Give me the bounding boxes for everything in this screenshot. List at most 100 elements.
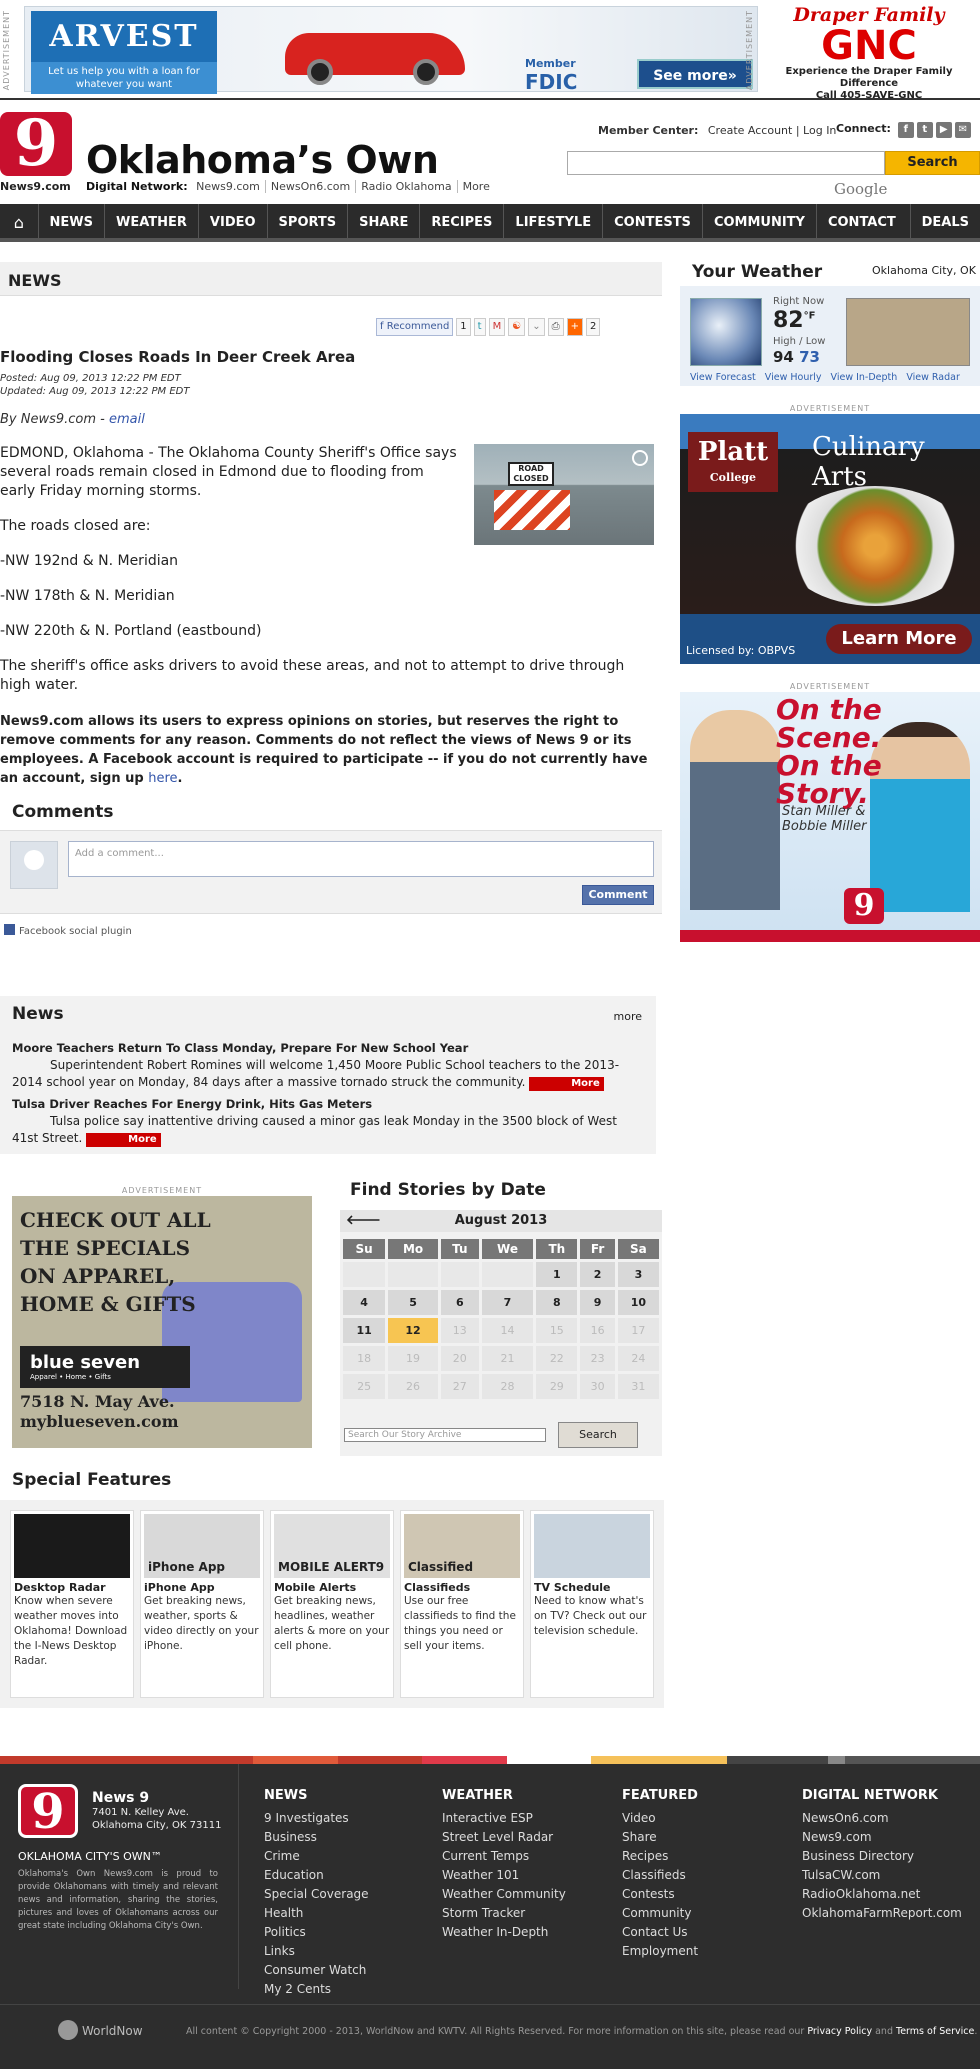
- calendar-day[interactable]: 7: [481, 1290, 534, 1315]
- nav-lifestyle[interactable]: LIFESTYLE: [504, 204, 604, 238]
- footer-link[interactable]: Crime: [264, 1847, 369, 1866]
- news9-logo[interactable]: 9: [0, 112, 72, 176]
- login-link[interactable]: Log In: [803, 124, 836, 137]
- nav-deals[interactable]: DEALS: [911, 204, 980, 238]
- facebook-plugin[interactable]: Facebook social plugin: [4, 924, 132, 937]
- worldnow-logo[interactable]: WorldNow: [58, 2020, 143, 2040]
- feature-title[interactable]: TV Schedule: [531, 1581, 653, 1594]
- calendar-day[interactable]: 8: [536, 1290, 578, 1315]
- see-more-button[interactable]: See more»: [637, 59, 753, 89]
- radar-map[interactable]: [846, 298, 970, 366]
- footer-link[interactable]: News9.com: [802, 1828, 962, 1847]
- footer-link[interactable]: Business: [264, 1828, 369, 1847]
- footer-link[interactable]: Special Coverage: [264, 1885, 369, 1904]
- nav-community[interactable]: COMMUNITY: [703, 204, 817, 238]
- calendar-day[interactable]: 11: [343, 1318, 386, 1343]
- nav-weather[interactable]: WEATHER: [105, 204, 199, 238]
- news9-anchors-ad[interactable]: On the Scene. On the Story. Stan Miller …: [680, 692, 980, 942]
- gnc-ad[interactable]: Draper Family GNC Experience the Draper …: [760, 4, 978, 101]
- footer-logo[interactable]: 9: [18, 1784, 78, 1838]
- email-icon[interactable]: ✉: [954, 122, 971, 138]
- feature-card[interactable]: TV Schedule Need to know what's on TV? Ch…: [530, 1510, 654, 1698]
- feature-title[interactable]: Mobile Alerts: [271, 1581, 393, 1594]
- view-in-depth-link[interactable]: View In-Depth: [831, 372, 898, 383]
- calendar-day[interactable]: 10: [617, 1290, 659, 1315]
- footer-link[interactable]: Education: [264, 1866, 369, 1885]
- terms-link[interactable]: Terms of Service: [896, 2026, 974, 2037]
- footer-link[interactable]: 9 Investigates: [264, 1809, 369, 1828]
- more-button[interactable]: More: [529, 1077, 604, 1091]
- footer-link[interactable]: Street Level Radar: [442, 1828, 566, 1847]
- nav-contact-us[interactable]: CONTACT US: [817, 204, 911, 268]
- calendar-day[interactable]: 4: [343, 1290, 386, 1315]
- view-hourly-link[interactable]: View Hourly: [765, 372, 822, 383]
- comment-input[interactable]: Add a comment...: [68, 841, 654, 877]
- view-radar-link[interactable]: View Radar: [906, 372, 960, 383]
- calendar-day[interactable]: 9: [580, 1290, 615, 1315]
- archive-search-input[interactable]: Search Our Story Archive: [344, 1428, 546, 1442]
- learn-more-button[interactable]: Learn More: [826, 624, 972, 654]
- feature-card[interactable]: Classified Classifieds Use our free classi…: [400, 1510, 524, 1698]
- signup-link[interactable]: here: [148, 771, 177, 786]
- archive-search-button[interactable]: Search: [558, 1422, 638, 1448]
- create-account-link[interactable]: Create Account: [708, 124, 792, 137]
- footer-link[interactable]: Consumer Watch: [264, 1961, 369, 1980]
- footer-link[interactable]: Weather 101: [442, 1866, 566, 1885]
- footer-link[interactable]: Links: [264, 1942, 369, 1961]
- footer-link[interactable]: Health: [264, 1904, 369, 1923]
- prev-month-icon[interactable]: 🡐: [346, 1210, 381, 1232]
- nav-sports[interactable]: SPORTS: [268, 204, 349, 238]
- nav-recipes[interactable]: RECIPES: [420, 204, 505, 238]
- footer-link[interactable]: TulsaCW.com: [802, 1866, 962, 1885]
- footer-link[interactable]: Storm Tracker: [442, 1904, 566, 1923]
- footer-link[interactable]: Weather Community: [442, 1885, 566, 1904]
- news-more-link[interactable]: more: [614, 1010, 643, 1023]
- privacy-link[interactable]: Privacy Policy: [807, 2026, 872, 2037]
- footer-link[interactable]: Current Temps: [442, 1847, 566, 1866]
- addthis-icon[interactable]: +: [566, 318, 583, 336]
- view-forecast-link[interactable]: View Forecast: [690, 372, 756, 383]
- news-item-title[interactable]: Tulsa Driver Reaches For Energy Drink, H…: [12, 1096, 642, 1113]
- footer-link[interactable]: Share: [622, 1828, 698, 1847]
- footer-link[interactable]: Business Directory: [802, 1847, 962, 1866]
- calendar-day[interactable]: 3: [617, 1262, 659, 1287]
- footer-link[interactable]: Classifieds: [622, 1866, 698, 1885]
- feature-card[interactable]: Desktop Radar Know when severe weather mo…: [10, 1510, 134, 1698]
- feature-title[interactable]: Classifieds: [401, 1581, 523, 1594]
- home-icon[interactable]: ⌂: [0, 204, 39, 242]
- calendar-day[interactable]: 2: [580, 1262, 615, 1287]
- feature-title[interactable]: iPhone App: [141, 1581, 263, 1594]
- network-link[interactable]: More: [456, 180, 495, 193]
- email-link[interactable]: email: [109, 412, 145, 427]
- footer-link[interactable]: Politics: [264, 1923, 369, 1942]
- footer-link[interactable]: Employment: [622, 1942, 698, 1961]
- news-item-title[interactable]: Moore Teachers Return To Class Monday, P…: [12, 1040, 642, 1057]
- facebook-icon[interactable]: f: [897, 122, 914, 138]
- search-button[interactable]: Search: [885, 151, 980, 175]
- stumbleupon-icon[interactable]: ☯: [508, 318, 526, 336]
- twitter-icon[interactable]: t: [916, 122, 933, 138]
- network-link[interactable]: News9.com: [191, 180, 265, 193]
- nav-contests[interactable]: CONTESTS: [603, 204, 703, 238]
- nav-video[interactable]: VIDEO: [199, 204, 268, 238]
- calendar-day[interactable]: 6: [440, 1290, 479, 1315]
- footer-link[interactable]: Interactive ESP: [442, 1809, 566, 1828]
- pocket-icon[interactable]: ⌄: [528, 318, 545, 336]
- arvest-ad[interactable]: ARVEST Let us help you with a loan for w…: [24, 6, 758, 94]
- calendar-day-today[interactable]: 12: [388, 1318, 438, 1343]
- calendar-day[interactable]: 1: [536, 1262, 578, 1287]
- gmail-icon[interactable]: M: [488, 318, 506, 336]
- nav-news[interactable]: NEWS: [39, 204, 105, 238]
- footer-link[interactable]: My 2 Cents: [264, 1980, 369, 1999]
- calendar-day[interactable]: 5: [388, 1290, 438, 1315]
- footer-link[interactable]: Contact Us: [622, 1923, 698, 1942]
- more-button[interactable]: More: [86, 1133, 161, 1147]
- feature-title[interactable]: Desktop Radar: [11, 1581, 133, 1594]
- footer-link[interactable]: Weather In-Depth: [442, 1923, 566, 1942]
- footer-link[interactable]: OklahomaFarmReport.com: [802, 1904, 962, 1923]
- footer-link[interactable]: Recipes: [622, 1847, 698, 1866]
- network-link[interactable]: NewsOn6.com: [264, 180, 356, 193]
- nav-share[interactable]: SHARE: [348, 204, 421, 238]
- network-link[interactable]: Radio Oklahoma: [355, 180, 457, 193]
- footer-link[interactable]: Video: [622, 1809, 698, 1828]
